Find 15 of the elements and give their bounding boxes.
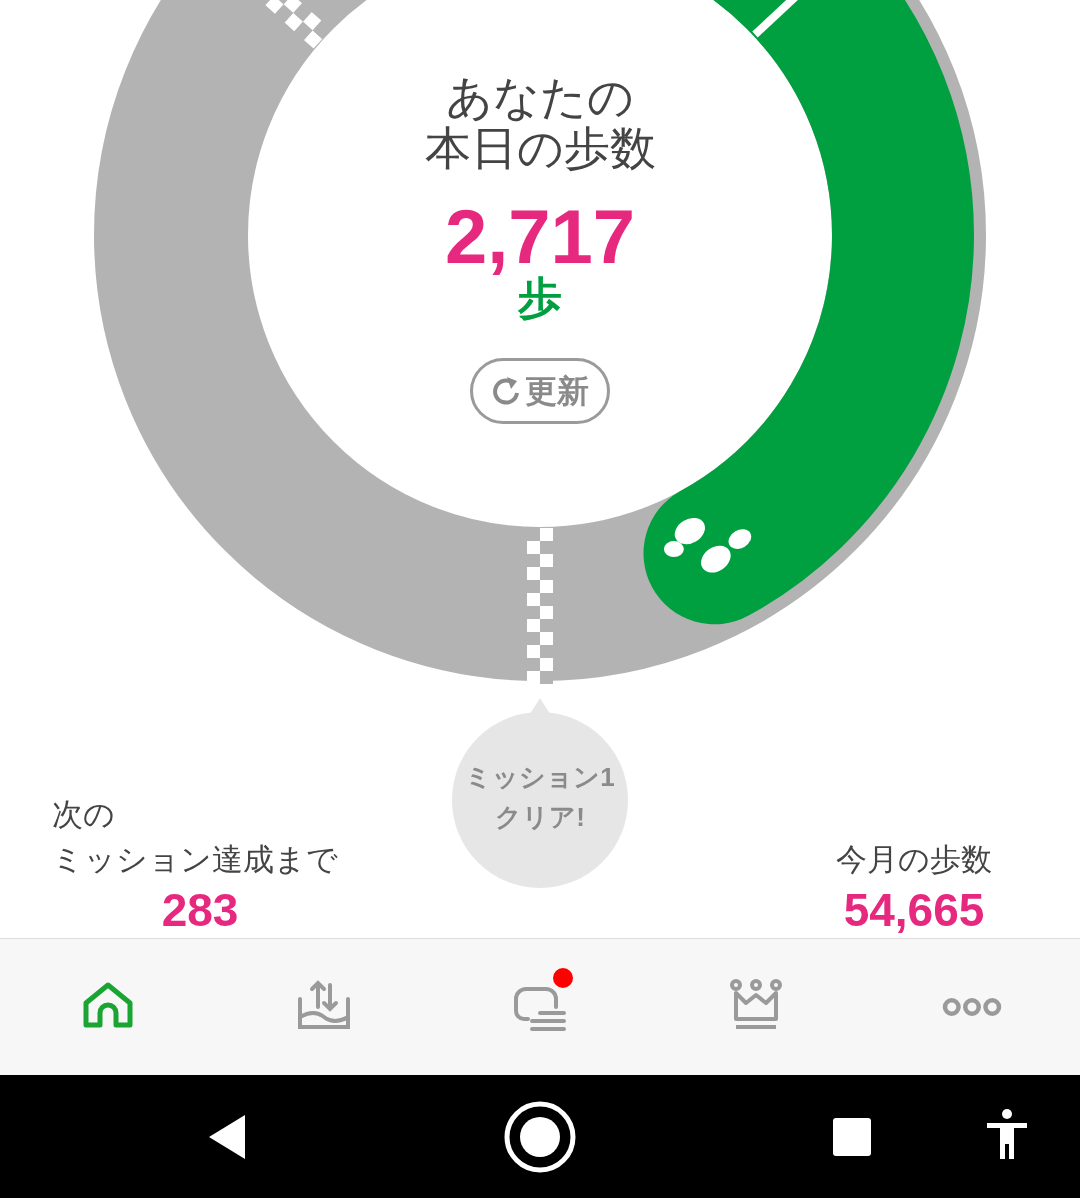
refresh-button[interactable]: 更新 (470, 358, 610, 424)
step-count: 2,717 (444, 197, 636, 277)
monthly-steps: 54,665 (843, 882, 985, 938)
title-line: あなたの (446, 72, 634, 123)
bubble-text: クリア! (495, 801, 585, 834)
monthly-label: 今月の歩数 (836, 841, 992, 879)
mission-label: ミッション達成まで (52, 841, 339, 879)
more-icon (942, 998, 1002, 1016)
mission-label: 次の (52, 796, 116, 834)
step-unit: 歩 (518, 274, 562, 322)
bubble-text: ミッション1 (465, 761, 615, 794)
title-line: 本日の歩数 (424, 123, 656, 174)
footprints-icon (663, 518, 752, 573)
refresh-icon (491, 375, 521, 407)
remaining-steps: 283 (161, 882, 239, 938)
